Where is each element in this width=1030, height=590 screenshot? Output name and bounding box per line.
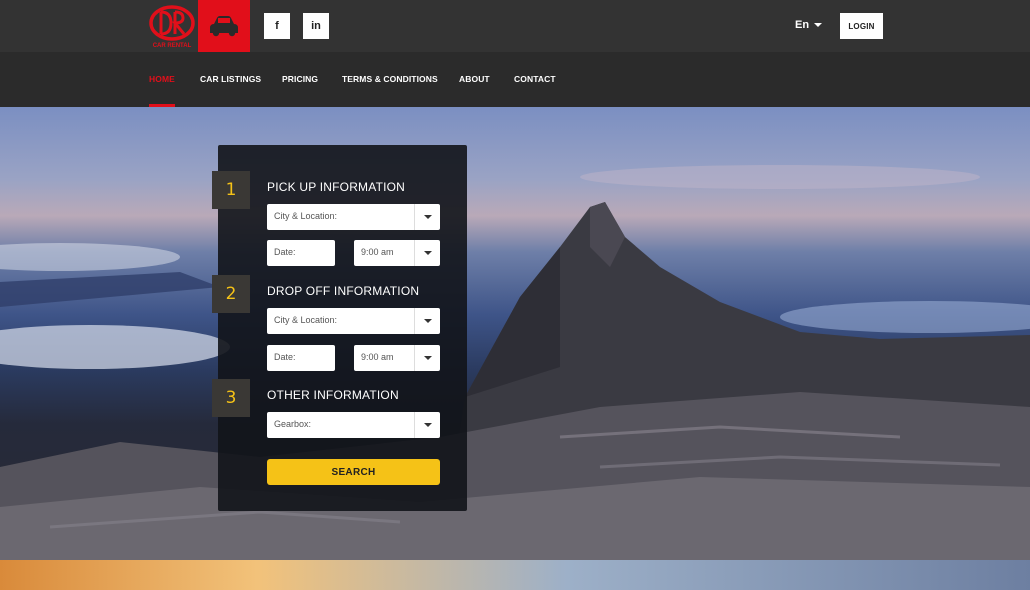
chevron-down-icon xyxy=(414,204,440,230)
pickup-title: PICK UP INFORMATION xyxy=(267,180,406,194)
hero-background xyxy=(0,107,1030,560)
pickup-date-placeholder: Date: xyxy=(274,247,296,257)
chevron-down-icon xyxy=(414,308,440,334)
pickup-location-placeholder: City & Location: xyxy=(274,211,338,221)
search-button[interactable]: SEARCH xyxy=(267,459,440,485)
main-nav: HOME CAR LISTINGS PRICING TERMS & CONDIT… xyxy=(0,52,1030,107)
nav-item-pricing[interactable]: PRICING xyxy=(282,74,318,84)
gearbox-select[interactable]: Gearbox: xyxy=(267,412,440,438)
gearbox-placeholder: Gearbox: xyxy=(274,419,312,429)
dropoff-title: DROP OFF INFORMATION xyxy=(267,284,420,298)
nav-item-about[interactable]: ABOUT xyxy=(459,74,490,84)
dropoff-date-field[interactable]: Date: xyxy=(267,345,335,371)
logo-text: CAR RENTAL xyxy=(153,43,192,49)
top-bar: CAR RENTAL f in En LOGIN xyxy=(0,0,1030,52)
step-number-2: 2 xyxy=(212,275,250,313)
dropoff-location-select[interactable]: City & Location: xyxy=(267,308,440,334)
pickup-date-field[interactable]: Date: xyxy=(267,240,335,266)
other-title: OTHER INFORMATION xyxy=(267,388,399,402)
pickup-time-value: 9:00 am xyxy=(361,247,394,257)
car-icon xyxy=(210,16,238,37)
chevron-down-icon xyxy=(414,345,440,371)
facebook-icon[interactable]: f xyxy=(264,13,290,39)
pickup-location-select[interactable]: City & Location: xyxy=(267,204,440,230)
nav-item-terms[interactable]: TERMS & CONDITIONS xyxy=(342,74,438,84)
mountain-image xyxy=(0,165,1030,560)
step-number-1: 1 xyxy=(212,171,250,209)
car-rental-logo[interactable]: CAR RENTAL xyxy=(147,4,197,50)
language-label: En xyxy=(795,19,810,31)
nav-item-contact[interactable]: CONTACT xyxy=(514,74,556,84)
step-number-3: 3 xyxy=(212,379,250,417)
linkedin-icon[interactable]: in xyxy=(303,13,329,39)
chevron-down-icon xyxy=(414,240,440,266)
login-button[interactable]: LOGIN xyxy=(840,13,883,39)
chevron-down-icon xyxy=(414,412,440,438)
dropoff-date-placeholder: Date: xyxy=(274,352,296,362)
nav-item-home[interactable]: HOME xyxy=(149,74,175,84)
pickup-time-select[interactable]: 9:00 am xyxy=(354,240,440,266)
chevron-down-icon xyxy=(814,23,823,27)
language-selector[interactable]: En xyxy=(795,19,823,31)
dropoff-time-value: 9:00 am xyxy=(361,352,394,362)
next-section-image xyxy=(0,560,1030,590)
car-icon-tile[interactable] xyxy=(198,0,250,52)
nav-item-car-listings[interactable]: CAR LISTINGS xyxy=(200,74,261,84)
dropoff-time-select[interactable]: 9:00 am xyxy=(354,345,440,371)
dropoff-location-placeholder: City & Location: xyxy=(274,315,338,325)
